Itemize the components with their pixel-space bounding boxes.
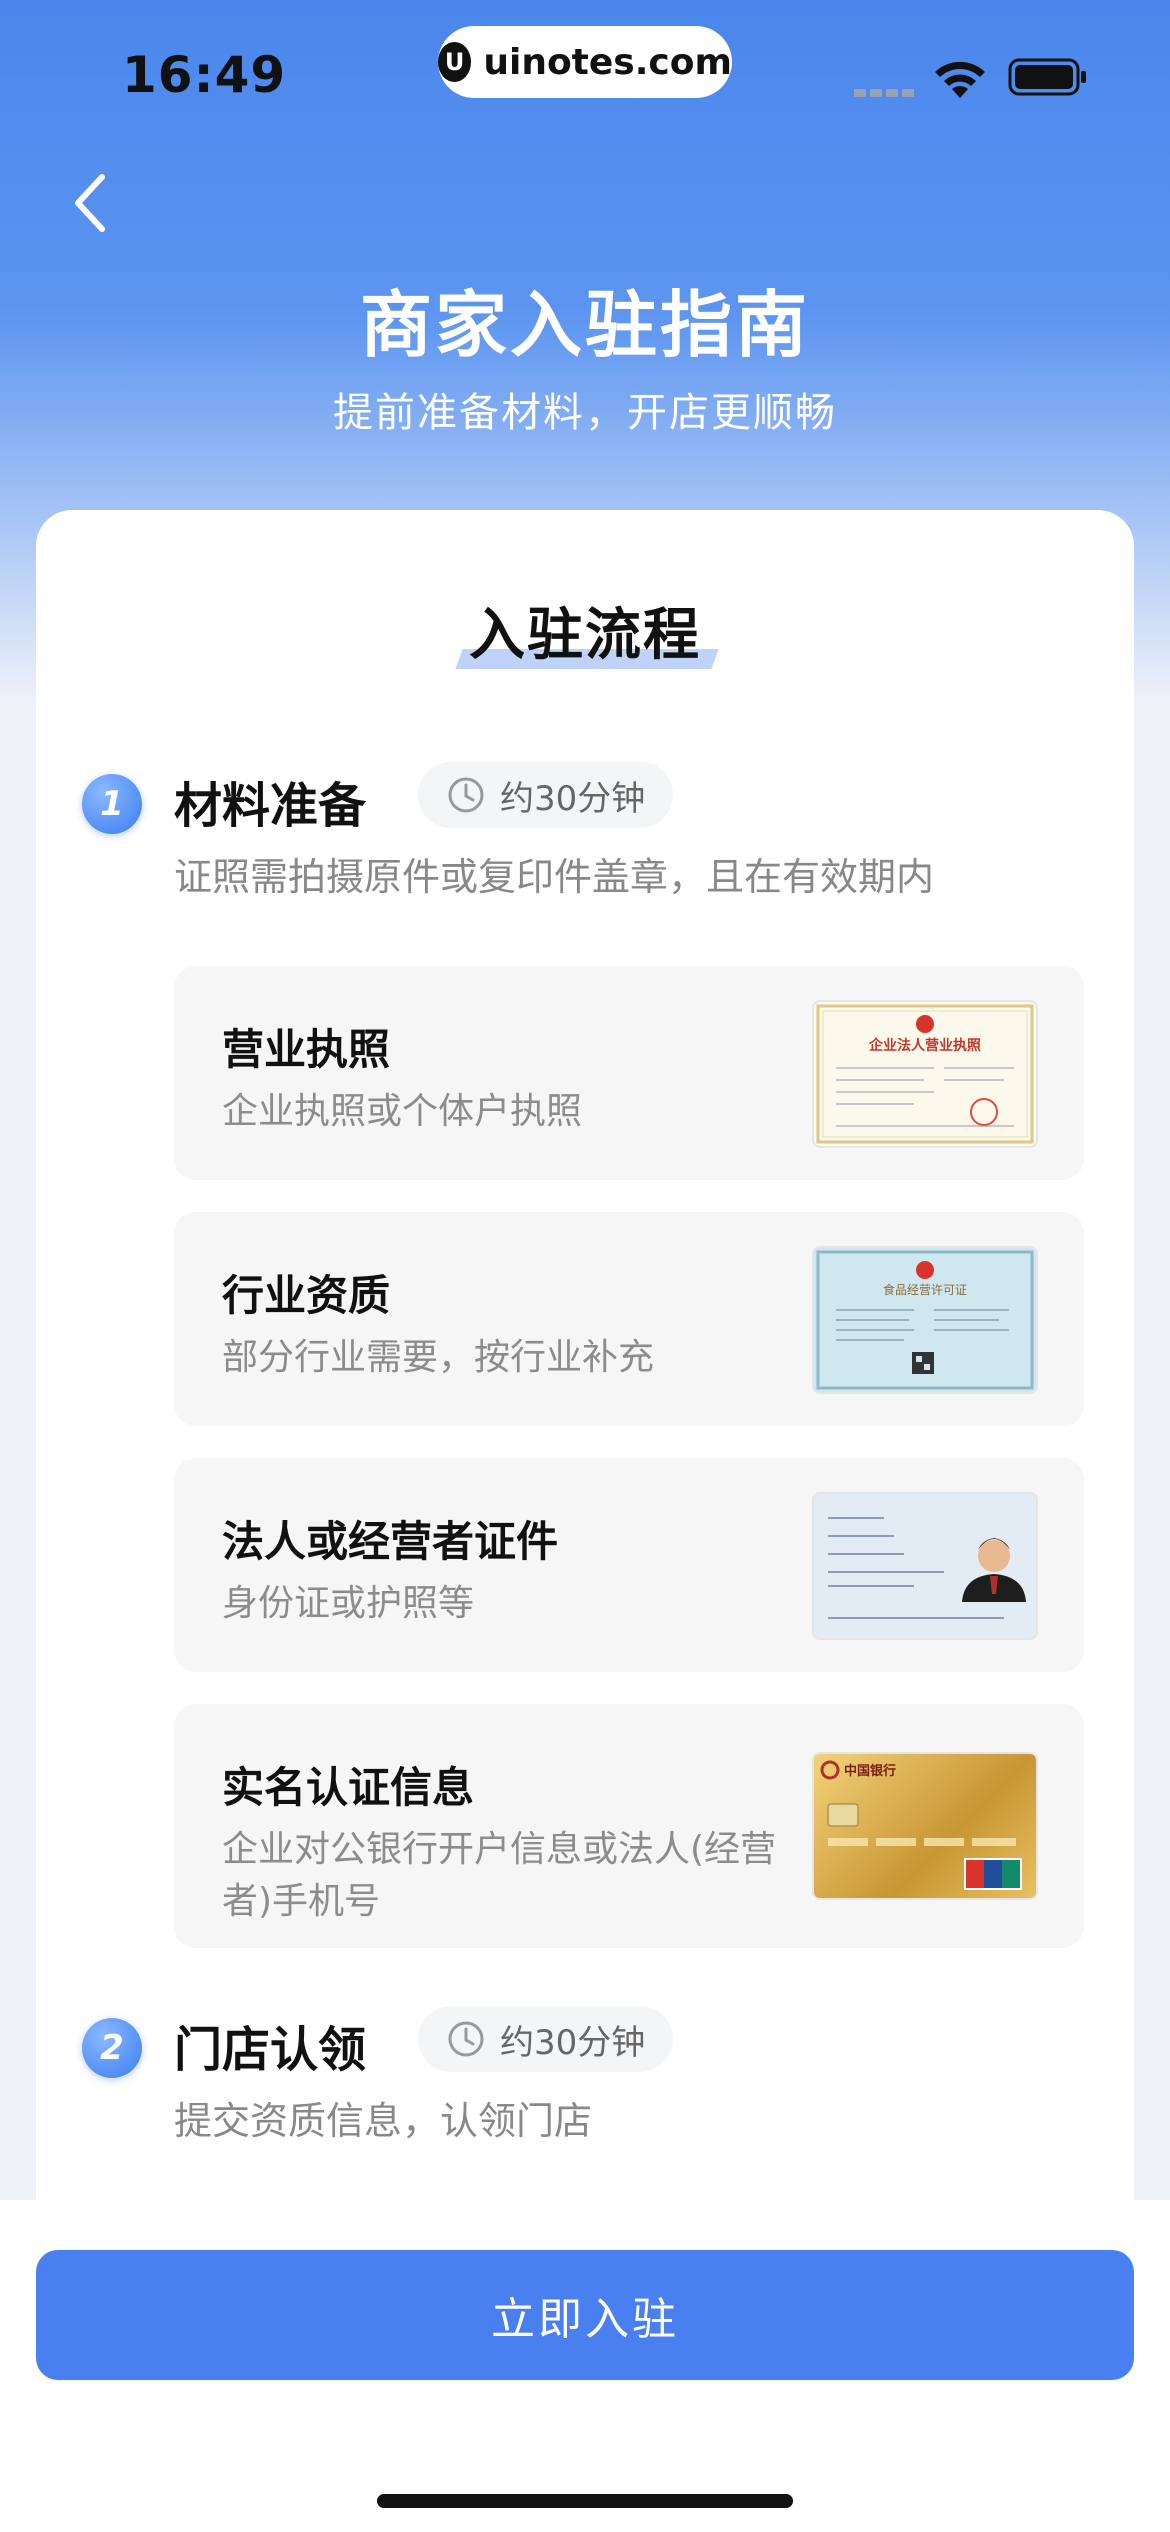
cellular-signal-icon — [854, 82, 918, 101]
material-item-legal-person-id: 法人或经营者证件 身份证或护照等 — [174, 1458, 1084, 1672]
item-title: 行业资质 — [222, 1271, 391, 1320]
step-description: 证照需拍摄原件或复印件盖章，且在有效期内 — [174, 855, 935, 899]
watermark-badge: U uinotes.com — [438, 26, 732, 98]
page-subtitle: 提前准备材料，开店更顺畅 — [333, 390, 837, 436]
step-number-badge: 1 — [82, 774, 142, 834]
item-title: 营业执照 — [222, 1025, 391, 1074]
guide-card: 入驻流程 1 材料准备 约30分钟 证照需拍摄原件或复印件盖章，且在有效期内 营… — [36, 510, 1134, 2210]
bank-card-image: 中国银行 — [814, 1754, 1036, 1898]
wifi-icon — [935, 61, 985, 98]
food-license-image: 食品经营许可证 — [814, 1248, 1036, 1392]
duration-chip: 约30分钟 — [418, 762, 674, 828]
svg-text:食品经营许可证: 食品经营许可证 — [883, 1282, 967, 1297]
material-item-business-license: 营业执照 企业执照或个体户执照 企业法人营业执照 — [174, 966, 1084, 1180]
join-now-button[interactable]: 立即入驻 — [36, 2250, 1134, 2380]
chevron-left-icon — [75, 174, 105, 232]
watermark-text: uinotes.com — [483, 41, 732, 83]
status-time: 16:49 — [122, 46, 287, 104]
svg-text:中国银行: 中国银行 — [844, 1763, 896, 1779]
duration-text: 约30分钟 — [500, 778, 646, 819]
item-title: 法人或经营者证件 — [222, 1517, 559, 1566]
home-indicator — [377, 2494, 793, 2508]
duration-chip: 约30分钟 — [418, 2006, 674, 2072]
item-description: 企业对公银行开户信息或法人(经营者)手机号 — [222, 1829, 777, 1922]
id-card-image — [814, 1494, 1036, 1638]
business-license-image: 企业法人营业执照 — [814, 1002, 1036, 1146]
svg-text:企业法人营业执照: 企业法人营业执照 — [868, 1037, 981, 1054]
watermark-logo-icon: U — [438, 42, 472, 82]
item-description: 身份证或护照等 — [222, 1583, 475, 1624]
clock-icon — [448, 2021, 484, 2057]
item-description: 企业执照或个体户执照 — [222, 1091, 583, 1132]
material-item-real-name-verification: 实名认证信息 企业对公银行开户信息或法人(经营者)手机号 中国银行 — [174, 1704, 1084, 1948]
duration-text: 约30分钟 — [500, 2022, 646, 2063]
material-item-industry-qualification: 行业资质 部分行业需要，按行业补充 食品经营许可证 — [174, 1212, 1084, 1426]
step-name: 门店认领 — [174, 2022, 367, 2078]
flow-title: 入驻流程 — [36, 590, 1134, 671]
item-title: 实名认证信息 — [222, 1763, 475, 1812]
back-button[interactable] — [60, 168, 120, 238]
step-description: 提交资质信息，认领门店 — [174, 2099, 593, 2143]
battery-icon — [1008, 58, 1086, 96]
item-description: 部分行业需要，按行业补充 — [222, 1337, 655, 1378]
step-number-badge: 2 — [82, 2018, 142, 2078]
page-title: 商家入驻指南 — [359, 283, 810, 367]
status-bar: 16:49 U uinotes.com — [0, 0, 1170, 140]
clock-icon — [448, 777, 484, 813]
step-name: 材料准备 — [174, 778, 367, 834]
bottom-action-bar: 立即入驻 — [0, 2200, 1170, 2532]
